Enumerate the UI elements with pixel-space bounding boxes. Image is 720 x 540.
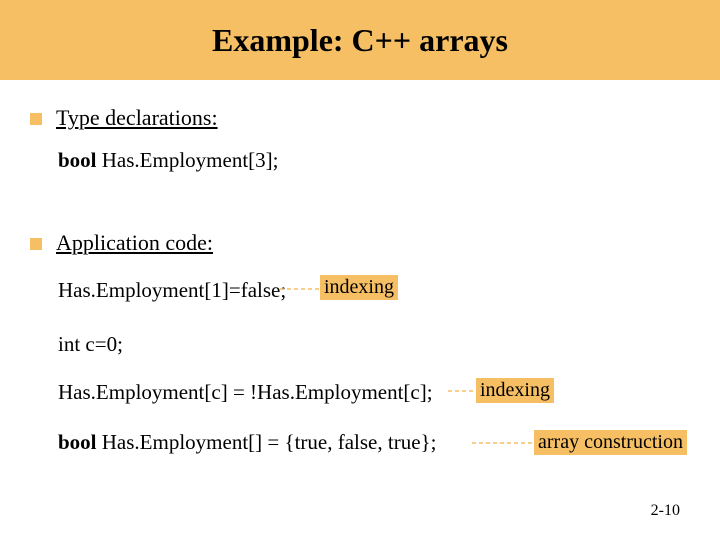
- slide: Example: C++ arrays Type declarations: b…: [0, 0, 720, 540]
- title-band: Example: C++ arrays: [0, 0, 720, 80]
- code-assign: Has.Employment[1]=false;: [58, 278, 286, 303]
- badge-indexing: indexing: [476, 378, 554, 403]
- slide-number: 2-10: [651, 502, 680, 520]
- badge-array-construction: array construction: [534, 430, 687, 455]
- code-intc: int c=0;: [58, 332, 123, 357]
- bullet-marker-icon: [30, 113, 42, 125]
- code-declaration: bool Has.Employment[3];: [58, 148, 278, 173]
- code-negate: Has.Employment[c] = !Has.Employment[c];: [58, 380, 433, 405]
- bullet-application-code: Application code:: [30, 230, 213, 256]
- bullet-marker-icon: [30, 238, 42, 250]
- connector-line: [472, 440, 534, 446]
- code-text: Has.Employment[] = {true, false, true};: [102, 430, 437, 454]
- bullet-type-declarations: Type declarations:: [30, 105, 218, 131]
- slide-title: Example: C++ arrays: [212, 22, 508, 59]
- bullet-label: Type declarations:: [56, 105, 218, 131]
- code-text: Has.Employment[3];: [102, 148, 279, 172]
- badge-indexing: indexing: [320, 275, 398, 300]
- connector-line: [448, 388, 476, 394]
- bullet-label: Application code:: [56, 230, 213, 256]
- code-init: bool Has.Employment[] = {true, false, tr…: [58, 430, 436, 455]
